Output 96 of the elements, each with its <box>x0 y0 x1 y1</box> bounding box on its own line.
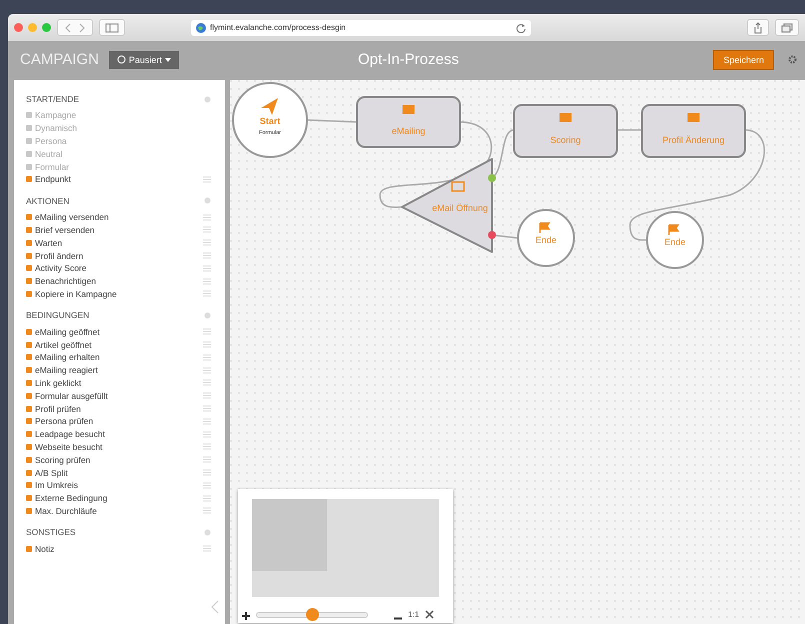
sidebar-item[interactable]: Im Umkreis <box>26 480 78 490</box>
drag-handle-icon[interactable] <box>203 176 211 183</box>
node-label: Ende <box>664 237 686 247</box>
collapse-icon[interactable] <box>204 312 211 319</box>
sidebar-item[interactable]: Persona prüfen <box>26 416 94 426</box>
paper-plane-icon <box>261 98 278 115</box>
sidebar-item[interactable]: eMailing versenden <box>26 212 109 222</box>
node-label: eMail Öffnung <box>432 203 488 213</box>
connector-line <box>306 119 358 123</box>
globe-icon <box>196 22 206 32</box>
drag-handle-icon[interactable] <box>203 354 211 361</box>
section-heading: BEDINGUNGEN <box>26 310 90 320</box>
flag-icon <box>539 222 550 234</box>
drag-handle-icon[interactable] <box>203 392 211 400</box>
action-node[interactable] <box>641 104 746 158</box>
drag-handle-icon[interactable] <box>203 494 211 502</box>
sidebar-item[interactable]: Brief versenden <box>26 224 95 235</box>
minimize-window-button[interactable] <box>28 23 37 32</box>
drag-handle-icon[interactable] <box>203 278 211 285</box>
node-circle[interactable] <box>517 209 575 267</box>
sidebar-item[interactable]: eMailing erhalten <box>26 352 100 362</box>
drag-handle-icon[interactable] <box>203 379 211 386</box>
drag-handle-icon[interactable] <box>203 507 211 514</box>
node-label: Profil Änderung <box>662 135 725 145</box>
sidebar-item[interactable]: Leadpage besucht <box>26 429 105 440</box>
drag-handle-icon[interactable] <box>203 405 211 412</box>
flag-icon <box>668 224 680 236</box>
drag-handle-icon[interactable] <box>203 252 211 260</box>
process-title: Opt-In-Prozess <box>358 51 459 68</box>
drag-handle-icon[interactable] <box>203 264 211 272</box>
sidebar-item[interactable]: Profil prüfen <box>26 404 81 414</box>
minimap-viewport[interactable] <box>252 499 439 597</box>
drag-handle-icon[interactable] <box>203 430 211 438</box>
node-label: Scoring <box>550 135 581 145</box>
node-label: Start <box>260 116 280 126</box>
node-circle[interactable] <box>646 211 704 269</box>
drag-handle-icon[interactable] <box>203 418 211 425</box>
drag-handle-icon[interactable] <box>203 239 211 246</box>
sidebar-item[interactable]: Externe Bedingung <box>26 493 108 504</box>
sidebar-item[interactable]: Profil ändern <box>26 250 84 261</box>
caret-icon <box>164 58 171 62</box>
drag-handle-icon[interactable] <box>203 341 211 348</box>
close-window-button[interactable] <box>14 23 23 32</box>
section-heading: START/ENDE <box>26 94 80 104</box>
sidebar-item[interactable]: Formular ausgefüllt <box>26 390 108 401</box>
drag-handle-icon[interactable] <box>203 366 211 374</box>
drag-handle-icon[interactable] <box>203 443 211 450</box>
drag-handle-icon[interactable] <box>203 226 211 234</box>
status-dropdown[interactable]: Pausiert <box>108 50 179 68</box>
collapse-icon[interactable] <box>204 528 211 536</box>
sidebar-item[interactable]: eMailing reagiert <box>26 365 98 376</box>
drag-handle-icon[interactable] <box>203 545 211 552</box>
chevron-left-icon[interactable] <box>211 600 219 614</box>
maximize-window-button[interactable] <box>42 23 51 32</box>
sidebar-item[interactable]: Warten <box>26 238 62 248</box>
sidebar-item[interactable]: Max. Durchläufe <box>26 506 97 516</box>
sidebar-item[interactable]: Artikel geöffnet <box>26 340 92 350</box>
address-bar[interactable]: flymint.evalanche.com/process-desgin <box>191 20 531 36</box>
share-icon[interactable] <box>747 19 769 36</box>
tabs-icon[interactable] <box>775 19 799 36</box>
back-forward-buttons[interactable] <box>57 19 93 36</box>
sidebar-item[interactable]: Webseite besucht <box>26 442 102 452</box>
drag-handle-icon[interactable] <box>203 469 211 476</box>
condition-node[interactable] <box>401 158 493 253</box>
drag-handle-icon[interactable] <box>203 328 211 336</box>
brand-label: CAMPAIGN <box>20 51 99 68</box>
slider-thumb[interactable] <box>306 608 319 620</box>
collapse-icon[interactable] <box>204 96 211 102</box>
node-circle[interactable] <box>232 82 308 158</box>
sidebar-item[interactable]: Notiz <box>26 544 54 554</box>
settings-icon[interactable] <box>788 55 797 64</box>
sidebar-item[interactable]: eMailing geöffnet <box>26 326 100 337</box>
reload-icon[interactable] <box>516 22 526 32</box>
drag-handle-icon[interactable] <box>203 290 211 298</box>
action-node[interactable] <box>513 104 618 158</box>
output-port[interactable] <box>488 174 496 182</box>
node-label: eMailing <box>392 126 426 136</box>
section-heading: SONSTIGES <box>26 527 76 538</box>
drag-handle-icon[interactable] <box>203 456 211 464</box>
drag-handle-icon[interactable] <box>203 214 211 221</box>
circle-icon <box>116 55 126 64</box>
node-label: Ende <box>535 235 557 245</box>
sidebar-item[interactable]: A/B Split <box>26 468 68 478</box>
sidebar-item[interactable]: Kopiere in Kampagne <box>26 288 117 299</box>
drag-handle-icon[interactable] <box>203 482 211 489</box>
action-node[interactable] <box>356 96 461 148</box>
zoom-reset-label[interactable]: 1:1 <box>408 610 420 619</box>
sidebar-toggle-icon[interactable] <box>99 19 125 36</box>
sidebar-item[interactable]: Scoring prüfen <box>26 454 90 465</box>
section-heading: AKTIONEN <box>26 196 70 206</box>
sidebar-item[interactable]: Benachrichtigen <box>26 276 96 286</box>
sidebar-item[interactable]: Link geklickt <box>26 378 82 388</box>
sidebar-item[interactable]: Endpunkt <box>26 174 71 184</box>
sidebar-item[interactable]: Activity Score <box>26 263 86 274</box>
output-port[interactable] <box>488 231 496 239</box>
collapse-icon[interactable] <box>204 197 211 204</box>
